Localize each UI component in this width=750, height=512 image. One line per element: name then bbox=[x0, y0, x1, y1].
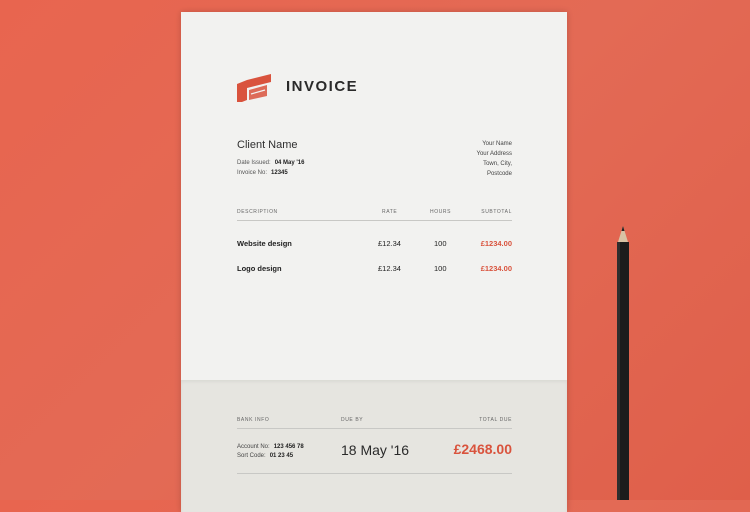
brand-logo-icon bbox=[237, 74, 271, 102]
sender-street: Your Address bbox=[476, 151, 512, 157]
row1-subtotal: £1234.00 bbox=[480, 239, 512, 248]
row2-description: Logo design bbox=[237, 264, 282, 273]
row2-hours: 100 bbox=[434, 264, 447, 273]
row1-description: Website design bbox=[237, 239, 292, 248]
due-by-header: DUE BY bbox=[341, 417, 364, 423]
invoice-number-row: Invoice No: 12345 bbox=[237, 170, 288, 176]
footer-bottom-rule bbox=[237, 473, 512, 474]
bank-info-header: BANK INFO bbox=[237, 417, 270, 423]
account-number-value: 123 456 78 bbox=[273, 444, 304, 450]
sender-town: Town, City, bbox=[483, 161, 512, 167]
invoice-title: INVOICE bbox=[286, 78, 359, 95]
col-header-hours: HOURS bbox=[430, 209, 452, 215]
total-due-header: TOTAL DUE bbox=[479, 417, 512, 423]
sort-code-label: Sort Code: bbox=[237, 453, 266, 459]
pencil-icon bbox=[617, 226, 629, 500]
account-number-label: Account No: bbox=[237, 444, 270, 450]
col-header-rate: RATE bbox=[382, 209, 398, 215]
col-header-description: DESCRIPTION bbox=[237, 209, 278, 215]
account-number-row: Account No: 123 456 78 bbox=[237, 444, 304, 450]
invoice-paper: INVOICE Client Name Date Issued: 04 May '… bbox=[181, 12, 567, 512]
row2-rate: £12.34 bbox=[378, 264, 401, 273]
total-due-amount: £2468.00 bbox=[453, 441, 512, 457]
date-issued-value: 04 May '16 bbox=[274, 160, 305, 166]
date-issued-row: Date Issued: 04 May '16 bbox=[237, 160, 304, 166]
sort-code-row: Sort Code: 01 23 45 bbox=[237, 453, 293, 459]
sender-postcode: Postcode bbox=[486, 171, 512, 177]
date-issued-label: Date Issued: bbox=[237, 160, 271, 166]
row1-hours: 100 bbox=[434, 239, 447, 248]
invoice-number-label: Invoice No: bbox=[237, 170, 268, 176]
sender-name: Your Name bbox=[482, 141, 512, 147]
table-header-rule bbox=[237, 220, 512, 221]
client-name: Client Name bbox=[237, 139, 298, 151]
sort-code-value: 01 23 45 bbox=[269, 453, 294, 459]
col-header-subtotal: SUBTOTAL bbox=[481, 209, 512, 215]
row1-rate: £12.34 bbox=[378, 239, 401, 248]
row2-subtotal: £1234.00 bbox=[480, 264, 512, 273]
invoice-number-value: 12345 bbox=[271, 170, 288, 176]
due-date: 18 May '16 bbox=[341, 442, 410, 458]
footer-header-rule bbox=[237, 428, 512, 429]
sender-address: Your Name Your Address Town, City, Postc… bbox=[477, 139, 512, 179]
